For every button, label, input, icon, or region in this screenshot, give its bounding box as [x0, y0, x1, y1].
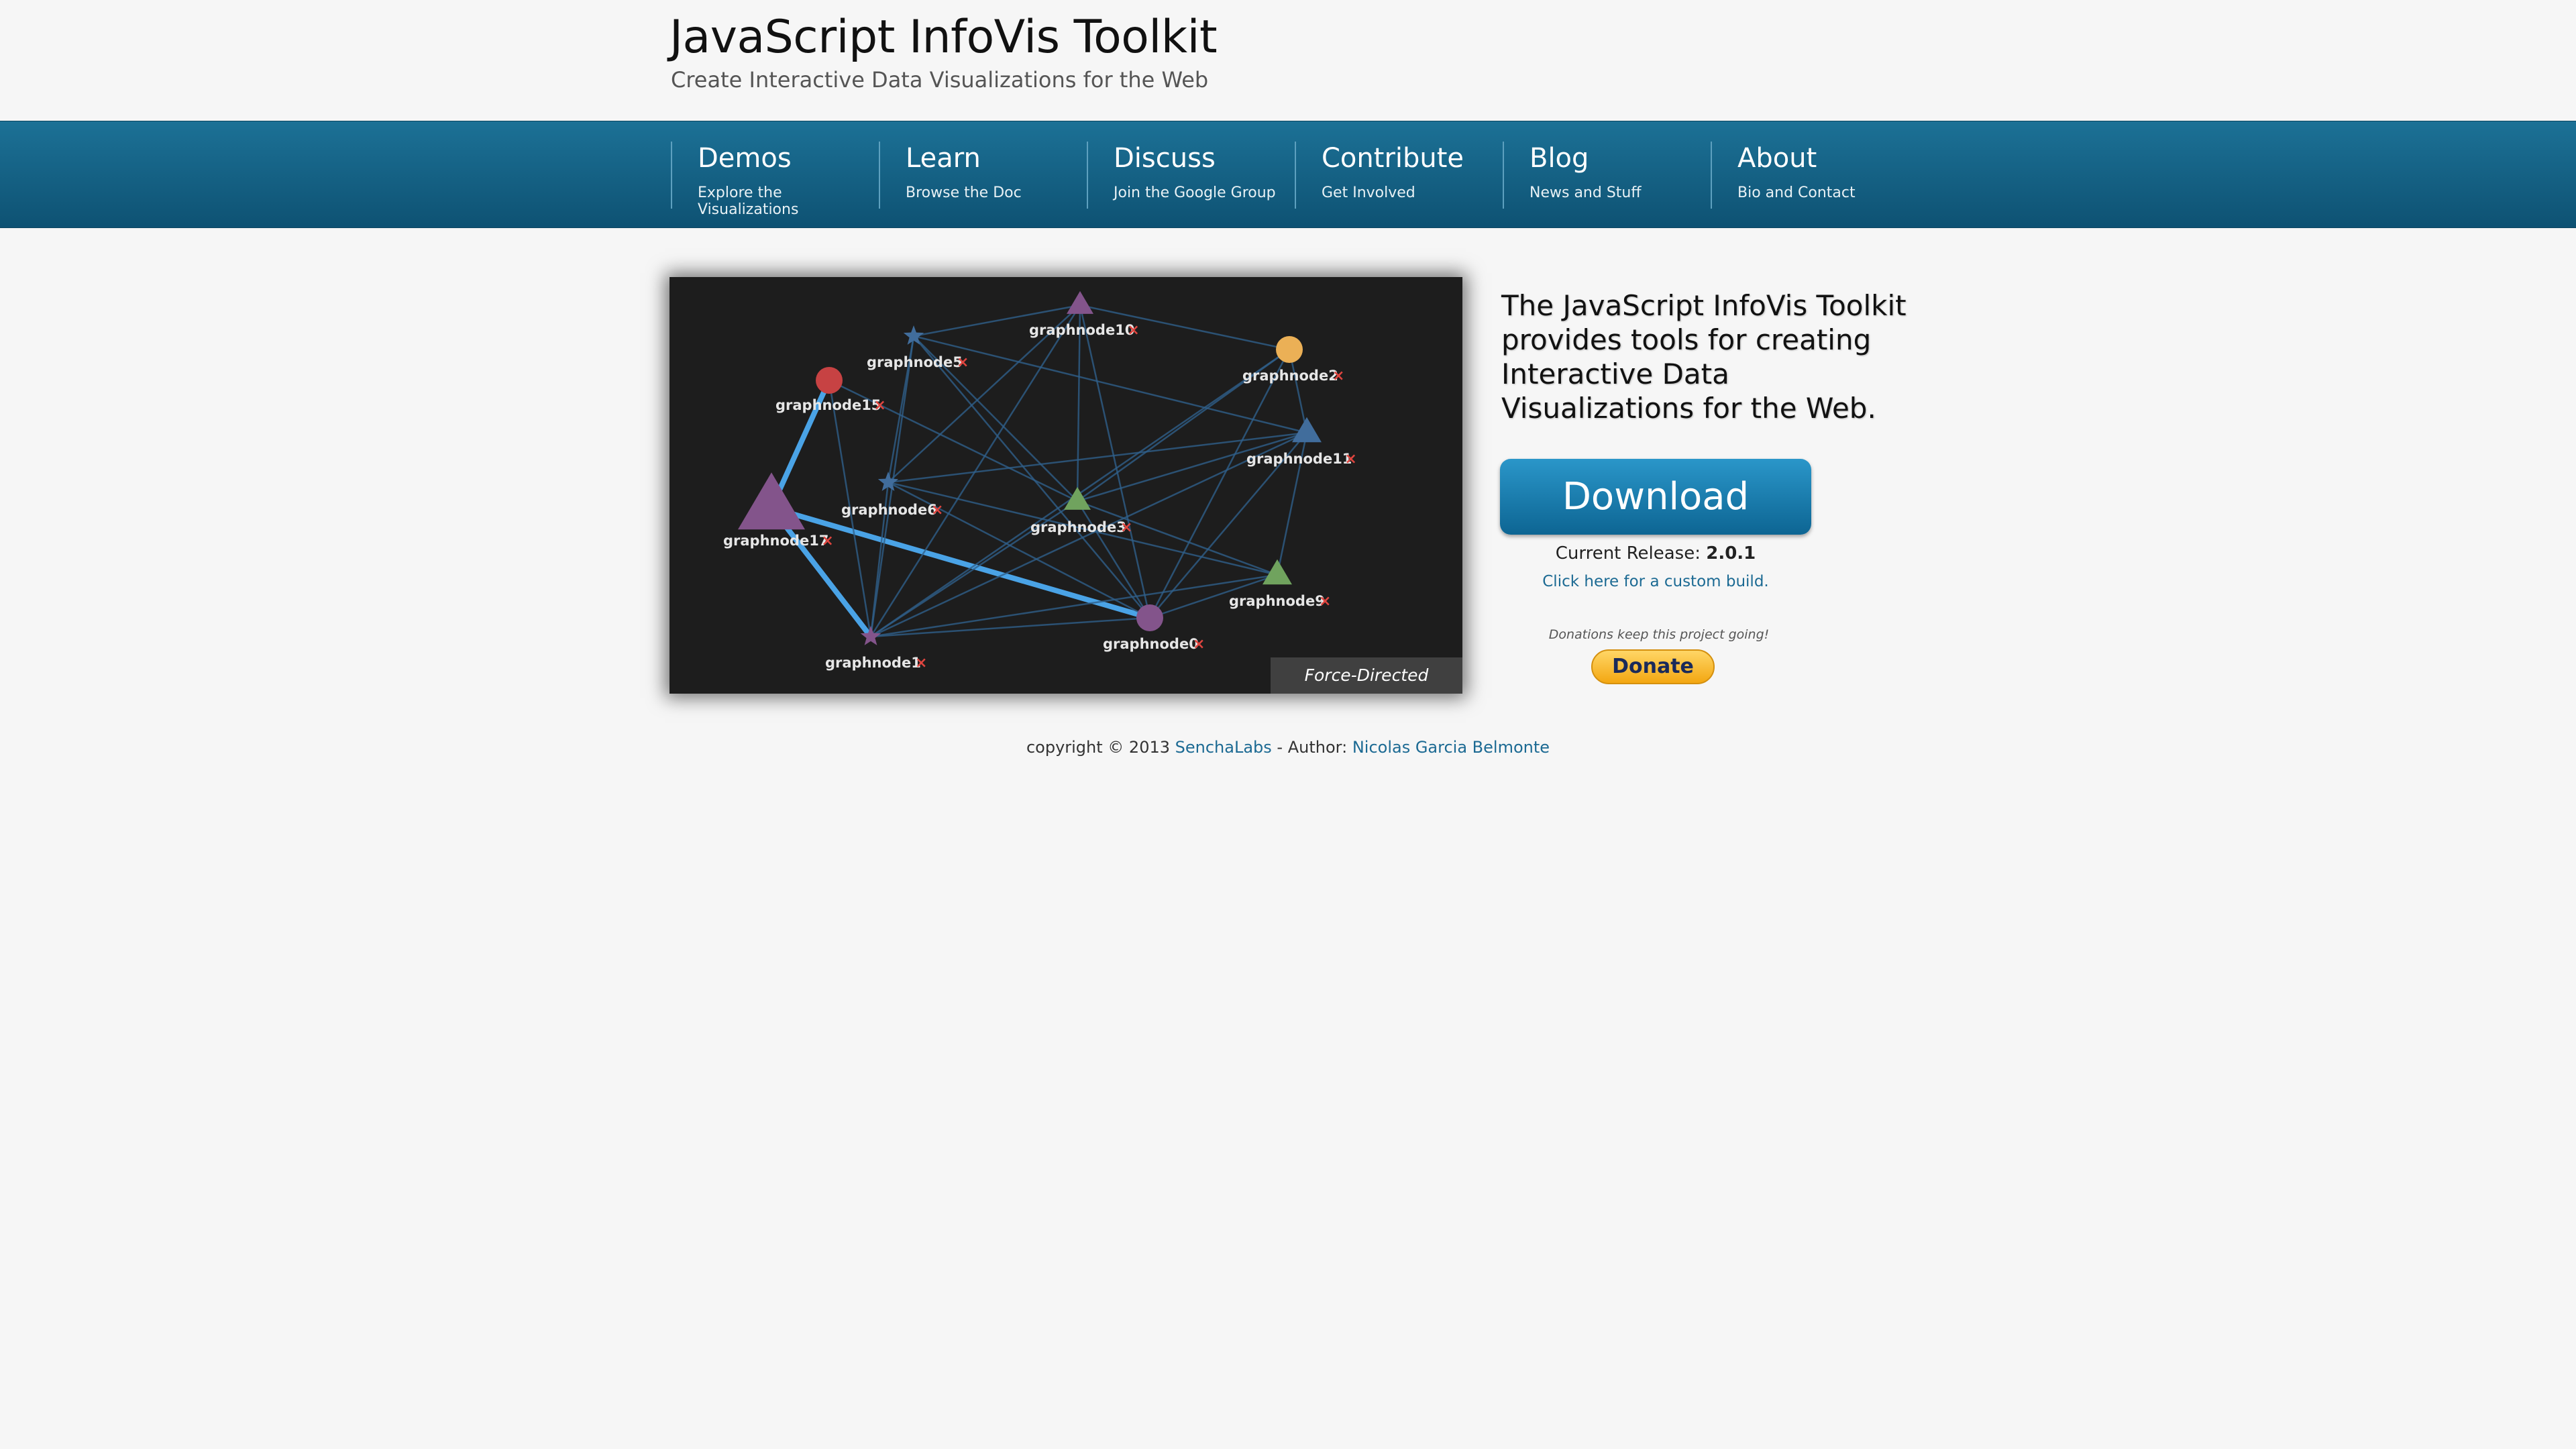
donate-button[interactable]: Donate [1591, 649, 1715, 684]
nav-item-title: Demos [698, 143, 792, 174]
graph-edge [1077, 431, 1307, 502]
remove-node-icon[interactable]: × [1120, 519, 1132, 536]
release-label: Current Release: [1555, 543, 1701, 564]
download-button[interactable]: Download [1500, 459, 1811, 535]
nav-item-title: Blog [1529, 143, 1589, 174]
graph-node[interactable] [1136, 604, 1163, 631]
graph-node-label: graphnode15 [775, 397, 881, 413]
graph-node-label: graphnode3 [1030, 519, 1126, 535]
graph-edge [870, 616, 1150, 638]
senchalabs-link[interactable]: SenchaLabs [1175, 738, 1272, 757]
author-link[interactable]: Nicolas Garcia Belmonte [1352, 738, 1550, 757]
demo-image[interactable]: graphnode10 × graphnode5 × graphnode2 × graphn… [669, 277, 1462, 694]
nav-item-discuss[interactable]: Discuss Join the Google Group [1087, 142, 1295, 209]
graph-node-label: graphnode9 [1229, 593, 1325, 609]
graph-node-label: graphnode5 [867, 354, 963, 370]
nav-item-subtitle: Join the Google Group [1114, 184, 1276, 201]
demo-caption: Force-Directed Layouts [1271, 657, 1462, 694]
page: JavaScript InfoVis Toolkit Create Intera… [0, 0, 2576, 1449]
graph-node[interactable] [738, 472, 805, 530]
graph-edge [913, 335, 1150, 619]
nav-item-blog[interactable]: Blog News and Stuff [1503, 142, 1711, 209]
graph-edge [1079, 305, 1151, 619]
nav-item-title: Learn [906, 143, 981, 174]
intro-text: The JavaScript InfoVis Toolkit provides … [1501, 289, 1907, 425]
nav-item-subtitle: Get Involved [1322, 184, 1415, 201]
nav-item-subtitle: Bio and Contact [1737, 184, 1856, 201]
graph-edge [913, 335, 1307, 434]
nav-item-subtitle: Explore the Visualizations [698, 184, 799, 218]
graph-node-label: graphnode17 [723, 533, 828, 549]
nav-item-demos[interactable]: Demos Explore the Visualizations [671, 142, 879, 218]
remove-node-icon[interactable]: × [1344, 451, 1356, 468]
remove-node-icon[interactable]: × [915, 655, 927, 672]
graph-node[interactable] [1276, 336, 1303, 363]
footer-copyright: copyright © 2013 [1026, 738, 1170, 757]
nav-item-title: Contribute [1322, 143, 1464, 174]
site-tagline: Create Interactive Data Visualizations f… [671, 67, 1209, 93]
remove-node-icon[interactable]: × [1332, 368, 1344, 384]
remove-node-icon[interactable]: × [873, 397, 885, 414]
graph-node-label: graphnode2 [1242, 368, 1338, 384]
remove-node-icon[interactable]: × [957, 354, 969, 371]
remove-node-icon[interactable]: × [821, 533, 833, 549]
remove-node-icon[interactable]: × [931, 502, 943, 519]
nav-item-title: Discuss [1114, 143, 1216, 174]
nav-item-title: About [1737, 143, 1817, 174]
header: JavaScript InfoVis Toolkit Create Intera… [0, 0, 2576, 121]
nav-item-about[interactable]: About Bio and Contact [1711, 142, 1919, 209]
footer: copyright © 2013 SenchaLabs - Author: Ni… [0, 738, 2576, 757]
main-nav: Demos Explore the Visualizations Learn B… [0, 121, 2576, 228]
remove-node-icon[interactable]: × [1319, 593, 1331, 610]
current-release: Current Release: 2.0.1 [1501, 543, 1810, 564]
nav-item-subtitle: Browse the Doc [906, 184, 1022, 201]
release-version: 2.0.1 [1706, 543, 1756, 564]
site-title: JavaScript InfoVis Toolkit [669, 11, 1218, 64]
remove-node-icon[interactable]: × [1127, 322, 1139, 339]
graph-edge [870, 574, 1278, 638]
footer-author-label: - Author: [1277, 738, 1348, 757]
graph-node[interactable] [1067, 290, 1093, 314]
graph-node-label: graphnode10 [1029, 322, 1134, 338]
graph-node-label: graphnode11 [1246, 451, 1352, 467]
donations-note: Donations keep this project going! [1548, 627, 1770, 642]
remove-node-icon[interactable]: × [1193, 636, 1205, 653]
force-directed-graph: graphnode10×graphnode5×graphnode2×graphn… [723, 290, 1357, 672]
graph-node-label: graphnode1 [825, 655, 921, 671]
graph-node[interactable] [816, 367, 843, 394]
graph-node-label: graphnode6 [841, 502, 937, 518]
nav-item-contribute[interactable]: Contribute Get Involved [1295, 142, 1503, 209]
nav-item-subtitle: News and Stuff [1529, 184, 1642, 201]
nav-item-learn[interactable]: Learn Browse the Doc [879, 142, 1087, 209]
graph-node-label: graphnode0 [1103, 636, 1199, 652]
custom-build-link[interactable]: Click here for a custom build. [1501, 573, 1810, 590]
